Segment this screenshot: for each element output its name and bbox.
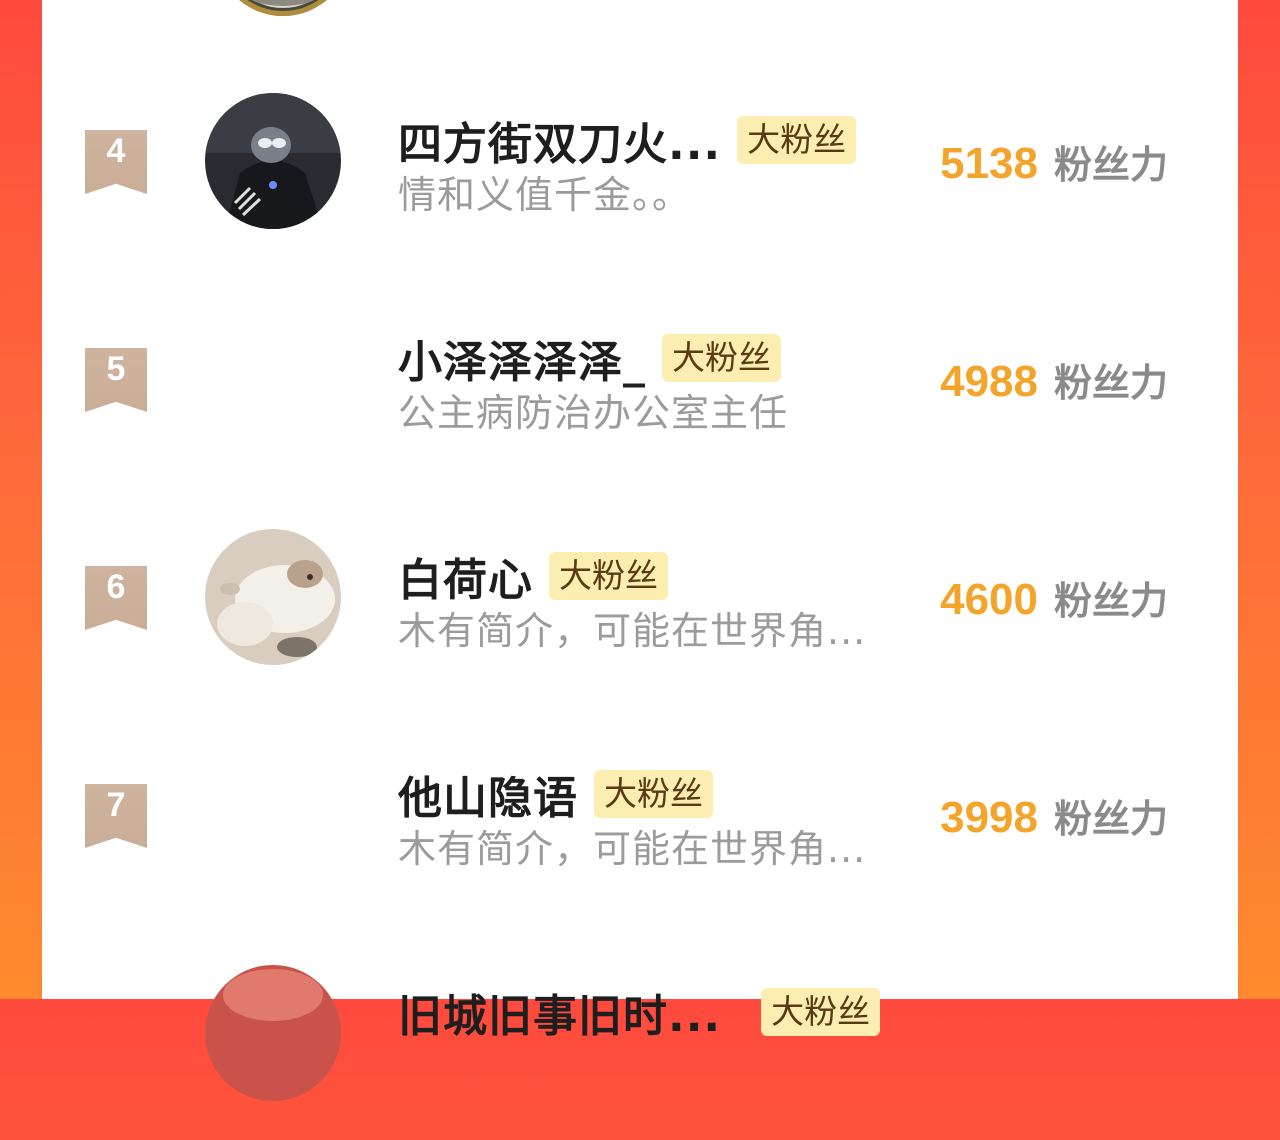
name-line: 四方街双刀火... 大粉丝 [398,108,857,172]
score-label: 粉丝力 [1053,361,1168,405]
fan-power-score: 4988 粉丝力 [940,352,1168,407]
user-bio: 木有简介，可能在世界角... [398,827,867,871]
list-item[interactable]: 旧城旧事旧时... 大粉丝 [42,922,1238,1140]
list-item[interactable]: 6 白荷心 大粉丝 木有简介，可能在世界角... 4600 粉丝力 [42,486,1238,704]
user-name[interactable]: 旧城旧事旧时... [398,980,721,1044]
rank-number: 7 [106,786,126,824]
fan-level-badge: 大粉丝 [737,116,857,164]
list-item[interactable]: 7 他山隐语 大粉丝 木有简介，可能在世界角... 3998 粉丝力 [42,704,1238,922]
score-label: 粉丝力 [1053,143,1168,187]
user-name[interactable]: 他山隐语 [398,762,578,826]
user-name[interactable]: 小泽泽泽泽_ [398,326,646,390]
score-value: 5138 [940,139,1038,188]
rank-number: 5 [106,350,126,388]
rank-badge: 6 [85,566,147,630]
rank-badge: 7 [85,784,147,848]
fan-level-badge: 大粉丝 [761,988,881,1036]
fan-power-score: 4600 粉丝力 [940,570,1168,625]
fan-level-badge: 大粉丝 [594,770,713,818]
avatar[interactable] [205,529,341,665]
fan-ranking-panel: 4 四方街双刀火... 大粉丝 情和义值千金。。 5138 粉丝力 5 小泽泽泽… [42,0,1238,1101]
name-line: 他山隐语 大粉丝 [398,762,713,826]
user-bio: 公主病防治办公室主任 [398,391,789,435]
rank-number: 6 [106,568,126,606]
score-label: 粉丝力 [1053,797,1168,841]
avatar[interactable] [205,965,341,1101]
name-line: 白荷心 大粉丝 [398,544,668,608]
score-value: 4988 [940,357,1038,406]
name-line: 旧城旧事旧时... 大粉丝 [398,980,881,1044]
avatar[interactable] [205,93,341,229]
fan-power-score: 5138 粉丝力 [940,134,1168,189]
rank-badge: 5 [85,348,147,412]
user-bio: 木有简介，可能在世界角... [398,609,867,653]
name-line: 小泽泽泽泽_ 大粉丝 [398,326,781,390]
rank-number: 4 [106,132,126,170]
fan-level-badge: 大粉丝 [549,552,668,600]
list-item[interactable]: 5 小泽泽泽泽_ 大粉丝 公主病防治办公室主任 4988 粉丝力 [42,268,1238,486]
fan-level-badge: 大粉丝 [662,334,781,382]
score-label: 粉丝力 [1053,579,1168,623]
score-value: 4600 [940,575,1038,624]
user-bio: 情和义值千金。。 [398,173,692,217]
score-value: 3998 [940,793,1038,842]
rank-badge: 4 [85,130,147,194]
user-name[interactable]: 四方街双刀火... [398,108,721,172]
user-name[interactable]: 白荷心 [398,544,533,608]
previous-row-avatar[interactable] [215,0,351,16]
fan-power-score: 3998 粉丝力 [940,788,1168,843]
list-item[interactable]: 4 四方街双刀火... 大粉丝 情和义值千金。。 5138 粉丝力 [42,50,1238,268]
